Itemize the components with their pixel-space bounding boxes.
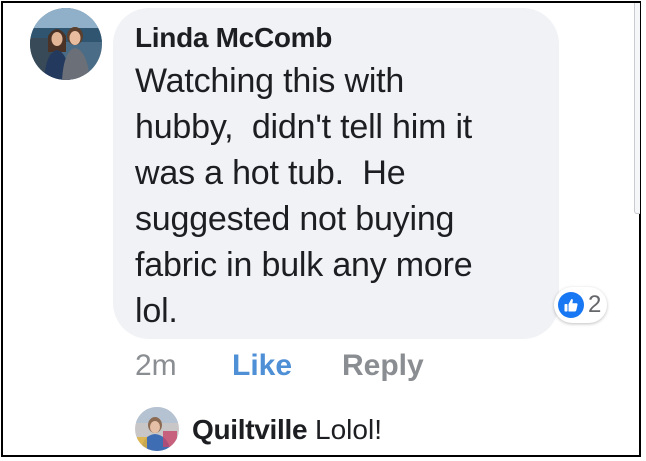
reaction-count: 2 xyxy=(588,291,602,318)
comment-text-line: suggested not buying xyxy=(135,200,455,238)
reaction-count-badge[interactable]: 2 xyxy=(554,287,608,323)
comment-text-line: fabric in bulk any more xyxy=(135,246,473,284)
reply-text: Lolol! xyxy=(315,414,382,445)
reply-comment: Quiltville Lolol! xyxy=(192,410,382,450)
comment-timestamp[interactable]: 2m xyxy=(135,346,177,386)
thumbs-up-icon xyxy=(558,292,584,318)
avatar[interactable] xyxy=(30,8,102,80)
reply-avatar-photo xyxy=(135,407,179,451)
comment-text-line: was a hot tub. He xyxy=(135,154,406,192)
avatar-photo xyxy=(30,8,102,80)
comment-text-line: Watching this with xyxy=(135,62,405,100)
reply-button[interactable]: Reply xyxy=(342,346,424,386)
comment-text-line: lol. xyxy=(135,292,178,330)
comment-author[interactable]: Linda McComb xyxy=(135,22,332,54)
like-button[interactable]: Like xyxy=(232,346,292,386)
comment-text: Watching this with hubby, didn't tell hi… xyxy=(135,58,555,334)
comment-text-line: hubby, didn't tell him it xyxy=(135,108,473,146)
reply-avatar[interactable] xyxy=(135,407,179,451)
reply-author[interactable]: Quiltville xyxy=(192,414,308,445)
scrollbar[interactable] xyxy=(634,3,640,214)
